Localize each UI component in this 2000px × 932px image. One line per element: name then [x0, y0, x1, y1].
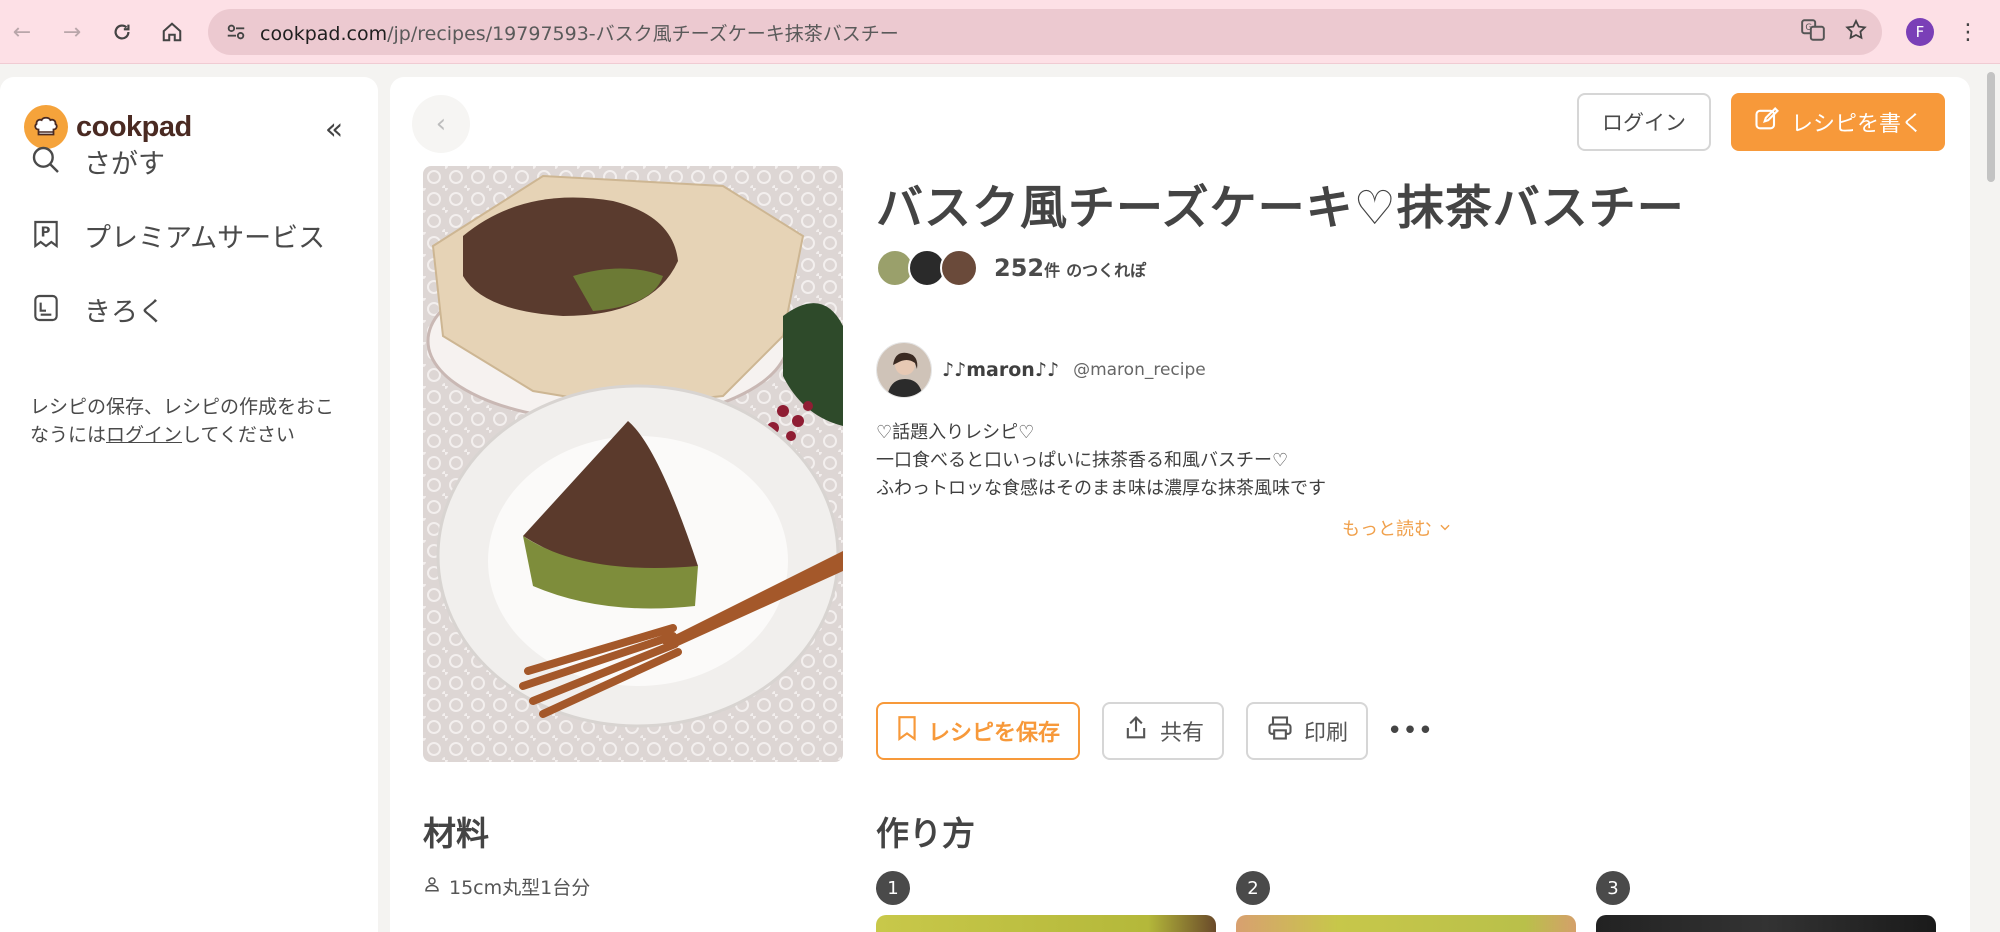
premium-icon: P: [30, 218, 62, 254]
person-icon: [423, 874, 441, 899]
sidebar-item-premium[interactable]: P プレミアムサービス: [30, 216, 325, 255]
reload-icon[interactable]: [102, 12, 142, 52]
step-photo[interactable]: [876, 915, 1216, 932]
write-recipe-label: レシピを書く: [1790, 112, 1923, 137]
svg-text:P: P: [41, 225, 51, 240]
login-link[interactable]: ログイン: [106, 424, 182, 446]
sidebar: cookpad « さがす P プレミアムサービス きろく レシピの保存、レシピ…: [0, 77, 378, 932]
save-recipe-label: レシピを保存: [928, 721, 1061, 746]
sidebar-item-search[interactable]: さがす: [30, 142, 165, 181]
browser-menu-icon[interactable]: ⋮: [1956, 16, 1980, 48]
step-photo[interactable]: [1596, 915, 1936, 932]
url-text: cookpad.com/jp/recipes/19797593-バスク風チーズケ…: [260, 19, 899, 46]
share-label: 共有: [1160, 721, 1205, 746]
author-name[interactable]: ♪♪maron♪♪: [942, 359, 1059, 381]
back-button[interactable]: ‹: [412, 95, 470, 153]
url-host: cookpad.com: [260, 22, 388, 45]
login-button[interactable]: ログイン: [1577, 93, 1711, 151]
site-settings-icon[interactable]: [220, 16, 252, 48]
profile-avatar[interactable]: F: [1906, 18, 1934, 46]
author-handle: @maron_recipe: [1073, 360, 1206, 380]
browser-toolbar: ← → cookpad.com/jp/recipes/19797593-バスク風…: [0, 0, 2000, 64]
translate-icon[interactable]: G: [1800, 17, 1826, 47]
collapse-sidebar-icon[interactable]: «: [318, 112, 350, 147]
back-arrow-icon[interactable]: ←: [2, 12, 42, 52]
tsukurepo-unit: 件: [1044, 261, 1061, 280]
page-scrollbar[interactable]: [1982, 66, 2000, 932]
login-prompt-suffix: してください: [182, 424, 295, 446]
tsukurepo-summary[interactable]: 252件 のつくれぽ: [876, 249, 1146, 287]
url-path: /jp/recipes/19797593-バスク風チーズケーキ抹茶バスチー: [387, 22, 899, 45]
write-recipe-button[interactable]: レシピを書く: [1731, 93, 1945, 151]
description-line: ♡話題入りレシピ♡: [876, 422, 1035, 443]
forward-arrow-icon[interactable]: →: [52, 12, 92, 52]
chevron-down-icon: [1438, 518, 1452, 539]
printer-icon: [1266, 714, 1294, 748]
recipe-photo: [423, 166, 843, 762]
svg-text:G: G: [1805, 23, 1812, 33]
tsukurepo-count: 252件 のつくれぽ: [994, 254, 1146, 282]
sidebar-item-label: きろく: [84, 297, 165, 328]
author[interactable]: ♪♪maron♪♪ @maron_recipe: [876, 342, 1206, 398]
serving-size-text: 15cm丸型1台分: [449, 877, 591, 899]
print-button[interactable]: 印刷: [1246, 702, 1369, 760]
tsukurepo-thumbnails[interactable]: [876, 249, 978, 287]
recipe-main: ‹ ログイン レシピを書く バスク風チーズケーキ♡抹茶バスチー 252件 のつく…: [390, 77, 1970, 932]
recipe-title: バスク風チーズケーキ♡抹茶バスチー: [876, 181, 1685, 236]
steps-title: 作り方: [876, 814, 975, 853]
sidebar-item-label: プレミアムサービス: [84, 223, 326, 254]
step-photo[interactable]: [1236, 915, 1576, 932]
address-bar[interactable]: cookpad.com/jp/recipes/19797593-バスク風チーズケ…: [208, 9, 1882, 55]
share-icon: [1122, 714, 1150, 748]
share-button[interactable]: 共有: [1102, 702, 1225, 760]
description-line: 一口食べると口いっぱいに抹茶香る和風バスチー♡: [876, 450, 1289, 471]
read-more-label: もっと読む: [1342, 519, 1432, 540]
bookmark-icon: [896, 715, 918, 747]
recipe-actions: レシピを保存 共有 印刷 •••: [876, 702, 1433, 760]
author-avatar[interactable]: [876, 342, 932, 398]
tsukurepo-number: 252: [994, 254, 1045, 282]
bookmark-star-icon[interactable]: [1844, 18, 1868, 46]
sidebar-item-kiroku[interactable]: きろく: [30, 290, 165, 329]
serving-size: 15cm丸型1台分: [423, 873, 590, 900]
description-line: ふわっトロッな食感はそのまま味は濃厚な抹茶風味です: [876, 478, 1326, 499]
recipe-description: ♡話題入りレシピ♡ 一口食べると口いっぱいに抹茶香る和風バスチー♡ ふわっトロッ…: [876, 419, 1326, 503]
more-options-icon[interactable]: •••: [1387, 711, 1433, 751]
edit-icon: [1753, 105, 1781, 139]
search-icon: [30, 144, 62, 180]
sidebar-item-label: さがす: [84, 149, 165, 180]
step-number: 2: [1236, 871, 1270, 905]
tsukurepo-suffix: のつくれぽ: [1066, 261, 1147, 280]
logo-text: cookpad: [76, 110, 192, 143]
ingredients-title: 材料: [423, 814, 489, 853]
read-more-link[interactable]: もっと読む: [1342, 515, 1452, 541]
notebook-icon: [30, 292, 62, 328]
scrollbar-thumb[interactable]: [1987, 72, 1995, 182]
tsukurepo-thumb: [940, 249, 978, 287]
save-recipe-button[interactable]: レシピを保存: [876, 702, 1081, 760]
step-number: 1: [876, 871, 910, 905]
print-label: 印刷: [1304, 721, 1349, 746]
step-number: 3: [1596, 871, 1630, 905]
login-prompt: レシピの保存、レシピの作成をおこなうにはログインしてください: [30, 393, 350, 449]
home-icon[interactable]: [152, 12, 192, 52]
